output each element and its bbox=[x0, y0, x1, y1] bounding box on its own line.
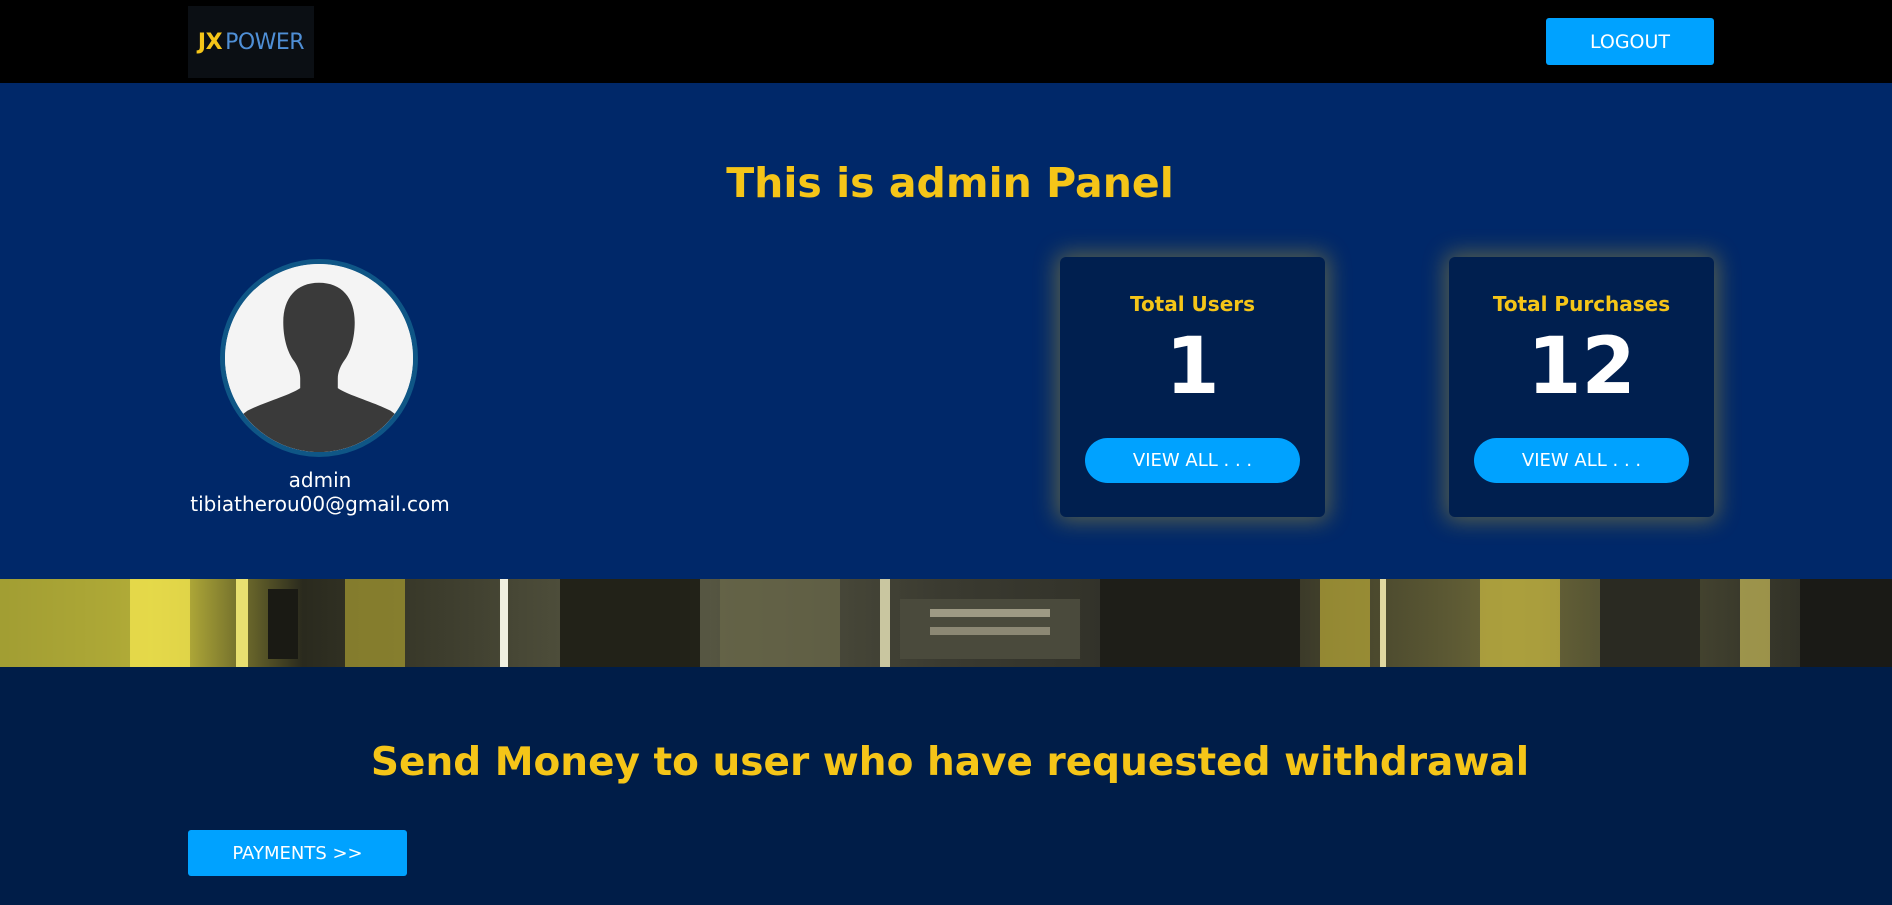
page-title: This is admin Panel bbox=[726, 159, 1174, 207]
admin-panel-section: This is admin Panel admin tibiatherou00@… bbox=[0, 83, 1892, 579]
total-users-value: 1 bbox=[1165, 322, 1220, 412]
logo-jx-text: JX bbox=[197, 29, 223, 55]
total-users-label: Total Users bbox=[1129, 292, 1256, 316]
payments-button[interactable]: PAYMENTS >> bbox=[188, 830, 407, 876]
withdrawal-title: Send Money to user who have requested wi… bbox=[370, 740, 1530, 785]
admin-email: tibiatherou00@gmail.com bbox=[190, 492, 450, 516]
view-all-users-button[interactable]: VIEW ALL . . . bbox=[1085, 438, 1300, 483]
admin-username: admin bbox=[288, 468, 352, 492]
top-navbar: JX POWER LOGOUT bbox=[0, 0, 1892, 83]
withdrawal-section: Send Money to user who have requested wi… bbox=[0, 667, 1892, 905]
logo-power-text: POWER bbox=[225, 29, 305, 55]
server-room-banner-image bbox=[0, 579, 1892, 667]
total-purchases-label: Total Purchases bbox=[1492, 292, 1671, 316]
total-purchases-value: 12 bbox=[1527, 322, 1636, 412]
avatar bbox=[220, 259, 418, 457]
brand-logo[interactable]: JX POWER bbox=[188, 6, 314, 78]
user-silhouette-icon bbox=[225, 264, 413, 452]
logout-button[interactable]: LOGOUT bbox=[1546, 18, 1714, 65]
total-users-card: Total Users 1 VIEW ALL . . . bbox=[1060, 257, 1325, 517]
view-all-purchases-button[interactable]: VIEW ALL . . . bbox=[1474, 438, 1689, 483]
total-purchases-card: Total Purchases 12 VIEW ALL . . . bbox=[1449, 257, 1714, 517]
